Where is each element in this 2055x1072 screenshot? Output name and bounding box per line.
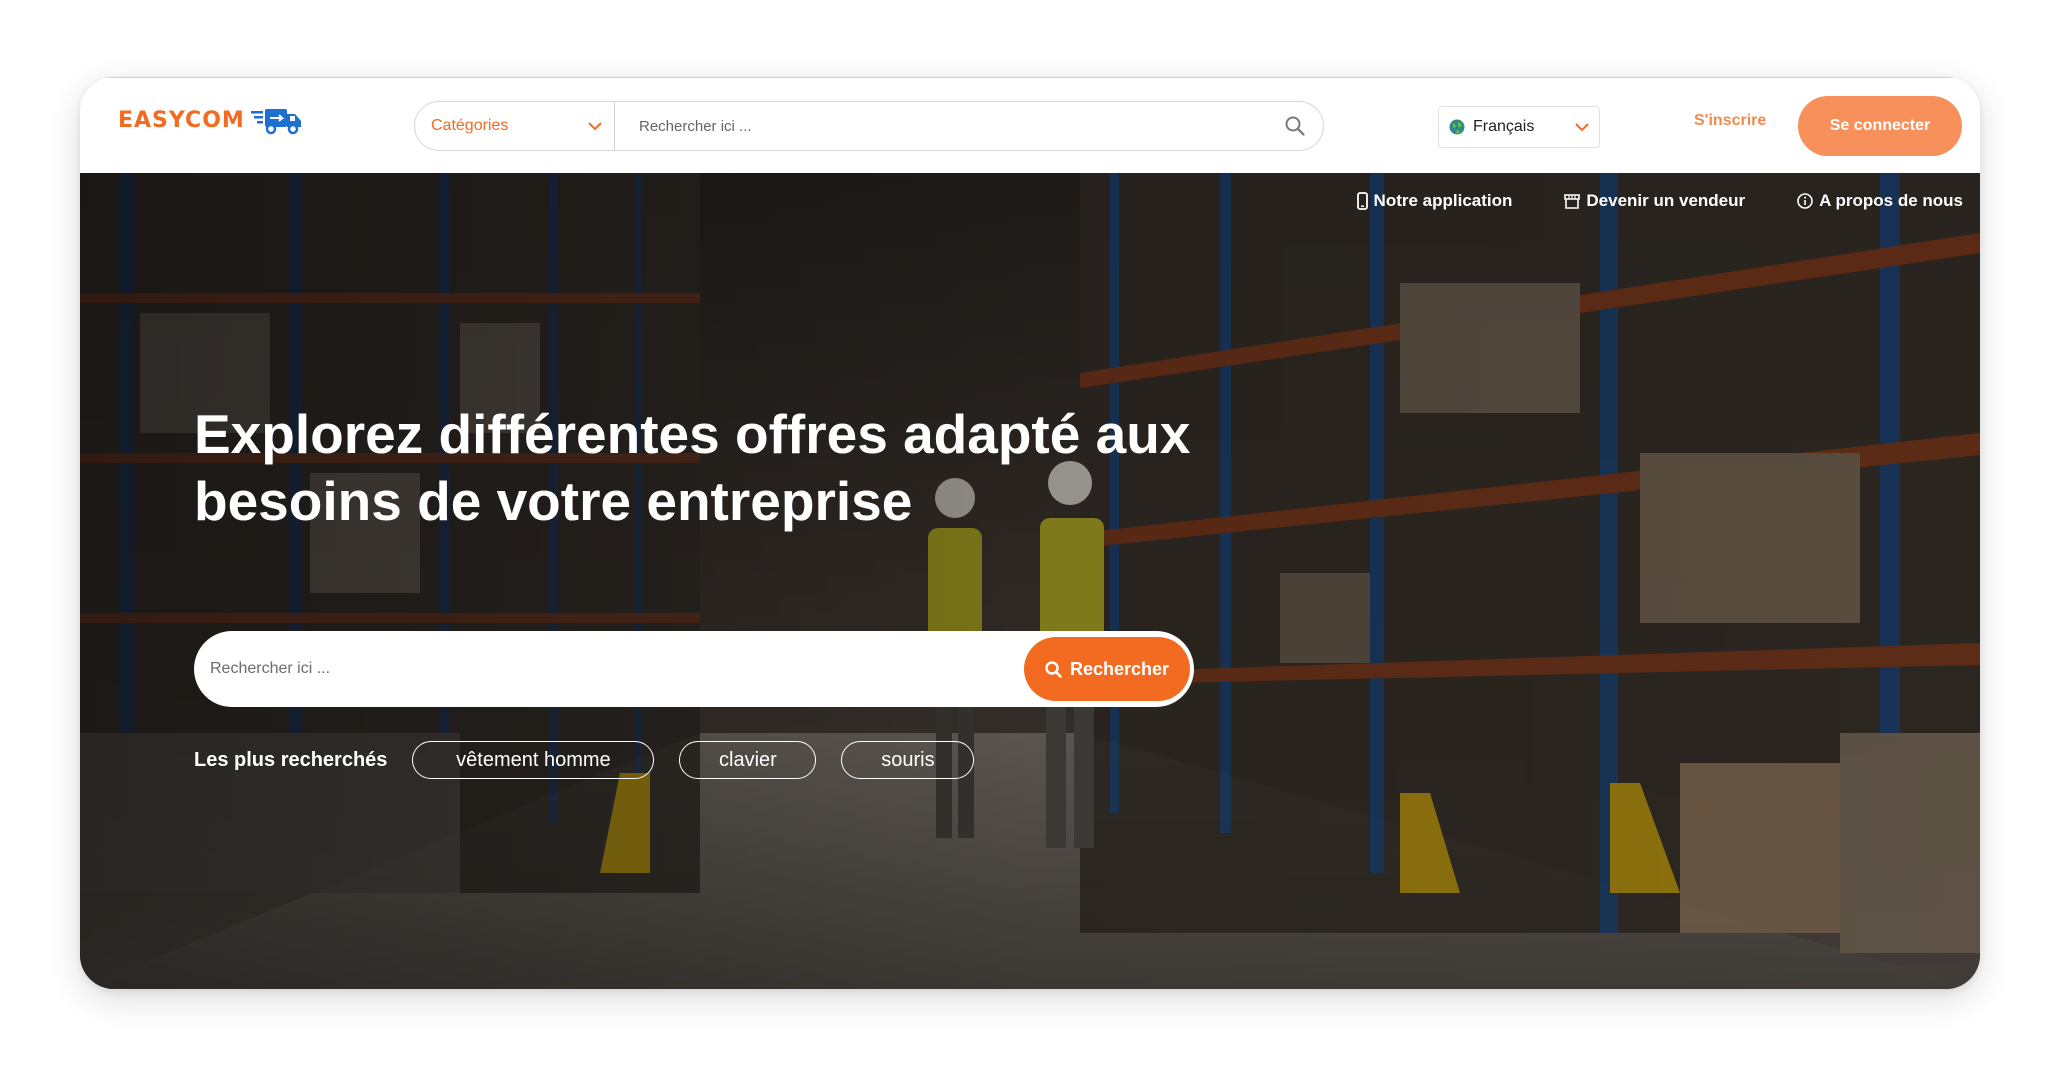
header-search-bar: Catégories [414,101,1324,151]
browser-frame: EASYCOM Catégories Rechercher ici ... Fr… [80,77,1980,989]
hero-headline-line-1: Explorez différentes offres adapté aux [194,403,1191,465]
header-search-button[interactable] [1267,102,1323,150]
become-seller-label: Devenir un vendeur [1586,191,1746,210]
hero-headline-line-2: besoins de votre entreprise [194,470,913,532]
search-icon [1285,116,1305,136]
popular-searches-label: Les plus recherchés [194,748,388,771]
top-navbar: EASYCOM Catégories Rechercher ici ... Fr… [80,77,1980,173]
hero-search-button-label: Rechercher [1069,658,1170,679]
hero-search-input[interactable] [194,631,1024,707]
hero-search-bar: Rechercher [194,631,1194,707]
logo-text: EASYCOM [118,107,245,133]
chevron-down-icon [588,121,602,130]
storefront-icon [1564,193,1581,209]
hero-headline: Explorez différentes offres adapté aux b… [194,401,1394,535]
hero-search-button[interactable]: Rechercher [1024,637,1190,701]
hero-section: Notre application Devenir un vendeur A p… [80,173,1980,989]
popular-tag-label: vêtement homme [456,748,611,771]
signup-link[interactable]: S'inscrire [1694,112,1766,130]
hero-dark-overlay [80,173,1980,989]
language-label: Français [1473,118,1535,135]
popular-searches: Les plus recherchés vêtement homme clavi… [194,741,975,779]
globe-icon [1449,119,1465,135]
categories-label: Catégories [431,117,509,134]
our-app-label: Notre application [1373,191,1513,210]
become-seller-link[interactable]: Devenir un vendeur [1564,191,1745,211]
popular-tag-mouse[interactable]: souris [841,741,975,779]
logo[interactable]: EASYCOM [118,105,303,135]
header-search-input[interactable] [615,102,1267,150]
popular-tag-label: clavier [719,748,777,771]
categories-dropdown[interactable]: Catégories [415,102,615,150]
about-us-label: A propos de nous [1819,191,1963,210]
about-us-link[interactable]: A propos de nous [1797,191,1963,211]
mobile-phone-icon [1356,192,1368,210]
login-button[interactable]: Se connecter [1798,96,1962,156]
chevron-down-icon [1575,122,1589,131]
hero-top-links: Notre application Devenir un vendeur A p… [1356,191,1963,211]
delivery-truck-icon [250,109,301,135]
popular-tag-label: souris [881,748,935,771]
search-icon [1045,660,1062,678]
our-app-link[interactable]: Notre application [1356,191,1513,211]
popular-tag-mens-clothing[interactable]: vêtement homme [412,741,655,779]
language-dropdown[interactable]: Français [1438,106,1600,148]
info-circle-icon [1797,193,1813,209]
popular-tag-keyboard[interactable]: clavier [679,741,817,779]
